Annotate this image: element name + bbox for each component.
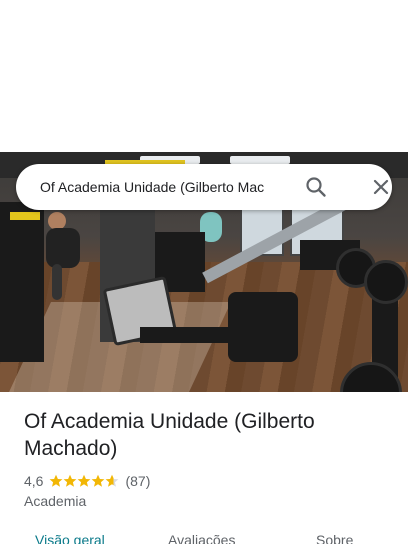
place-category[interactable]: Academia	[24, 493, 86, 509]
photo-machine	[10, 212, 40, 220]
photo-person	[46, 228, 80, 268]
star-icon	[92, 474, 105, 487]
photo-machine	[140, 327, 230, 343]
rating-stars	[49, 474, 119, 488]
search-icon[interactable]	[302, 173, 330, 201]
photo-weight-plate	[364, 260, 408, 304]
star-icon	[64, 474, 77, 487]
rating-value: 4,6	[24, 473, 44, 489]
tab-reviews[interactable]: Avaliações	[168, 532, 235, 544]
photo-person	[52, 264, 62, 300]
map-blank-area	[0, 0, 408, 152]
star-icon	[78, 474, 91, 487]
place-tabs: Visão geral Avaliações Sobre	[0, 530, 408, 544]
rating-count[interactable]: (87)	[125, 473, 150, 489]
photo-machine	[0, 202, 44, 362]
search-input[interactable]: Of Academia Unidade (Gilberto Mac	[40, 164, 302, 210]
place-title: Of Academia Unidade (Gilberto Machado)	[24, 410, 315, 460]
tab-about[interactable]: Sobre	[316, 532, 353, 544]
photo-machine	[228, 292, 298, 362]
star-icon	[50, 474, 63, 487]
close-icon[interactable]	[367, 173, 395, 201]
search-bar[interactable]: Of Academia Unidade (Gilberto Mac	[16, 164, 392, 210]
rating-row[interactable]: 4,6 (87)	[24, 472, 150, 490]
star-icon	[106, 474, 119, 487]
photo-ceiling-light	[230, 156, 290, 164]
tab-overview[interactable]: Visão geral	[35, 532, 105, 544]
